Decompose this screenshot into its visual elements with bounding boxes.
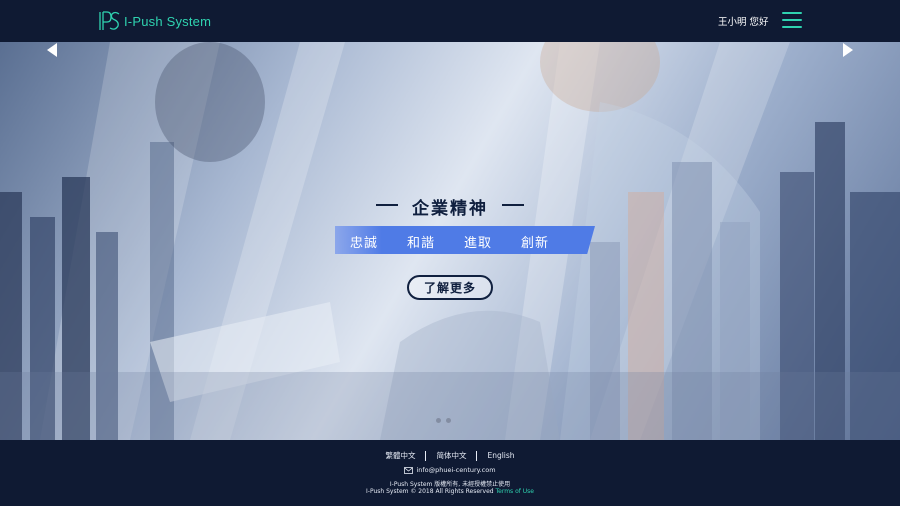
lang-divider [425,450,427,461]
value-progress: 進取 [464,236,493,251]
lang-traditional-chinese[interactable]: 繁體中文 [385,450,415,461]
logo-text: I-Push System [124,13,212,29]
copyright-line: I-Push System © 2018 All Rights Reserved… [0,488,900,495]
slide-indicators [436,418,451,423]
lang-english[interactable]: English [487,451,514,460]
motto-title: 企業精神 [412,199,488,219]
footer: 繁體中文 简体中文 English info@phuei-century.com… [0,440,900,506]
user-greeting[interactable]: 王小明 您好 [718,14,769,28]
contact-email: info@phuei-century.com [0,466,900,474]
language-switcher: 繁體中文 简体中文 English [0,450,900,461]
terms-of-use-link[interactable]: Terms of Use [496,488,534,495]
email-address[interactable]: info@phuei-century.com [416,466,495,474]
hero-banner: 企業精神 忠誠 和諧 進取 創新 了解更多 [0,42,900,440]
rights-notice: I-Push System 版權所有, 未經授權禁止使用 [389,481,511,488]
mail-icon [404,466,414,474]
title-right-rule [502,204,524,206]
logo[interactable]: I-Push System [98,11,211,31]
slide-dot-1[interactable] [436,418,441,423]
value-harmony: 和諧 [407,236,436,251]
value-loyalty: 忠誠 [350,236,379,251]
lang-divider [476,450,478,461]
value-innovation: 創新 [521,236,550,251]
copyright-text: I-Push System © 2018 All Rights Reserved [366,488,494,495]
ips-logo-icon [99,11,120,30]
top-navbar: I-Push System 王小明 您好 [0,0,900,42]
learn-more-button[interactable]: 了解更多 [407,275,493,300]
slide-dot-2[interactable] [446,418,451,423]
hamburger-menu-icon[interactable] [782,11,802,29]
previous-slide-arrow-icon[interactable] [45,42,59,58]
next-slide-arrow-icon[interactable] [841,42,855,58]
lang-simplified-chinese[interactable]: 简体中文 [436,450,466,461]
